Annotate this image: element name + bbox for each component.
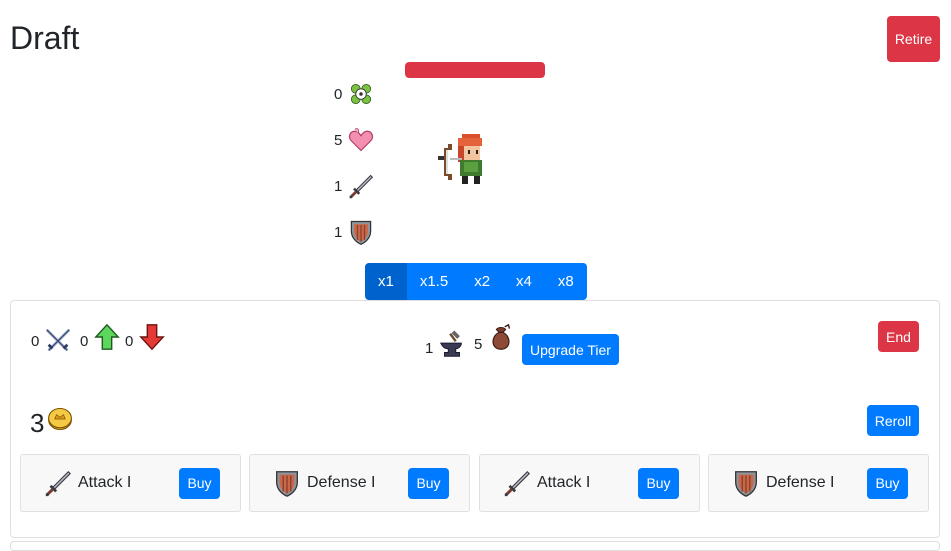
speed-selector: x1 x1.5 x2 x4 x8 <box>365 263 587 300</box>
luck-value: 0 <box>334 85 343 103</box>
retire-button[interactable]: Retire <box>887 16 940 62</box>
sword-icon <box>502 468 532 498</box>
defense-value: 1 <box>334 223 343 241</box>
shield-icon <box>272 468 302 498</box>
shop-panel-next-edge <box>10 541 940 551</box>
hero-stat-luck: 0 <box>334 80 375 108</box>
buy-button[interactable]: Buy <box>179 467 220 499</box>
gold-value: 3 <box>30 408 45 438</box>
bag-stat: 5 <box>474 322 516 353</box>
upgrade-tier-button[interactable]: Upgrade Tier <box>522 334 619 365</box>
hero-archer-sprite <box>438 134 482 184</box>
health-value: 5 <box>334 131 343 149</box>
speed-option-x1-5[interactable]: x1.5 <box>406 263 462 300</box>
hero-stat-attack: 1 <box>334 172 375 200</box>
crossed-swords-stat: 0 <box>31 326 73 356</box>
shop-item-name: Attack I <box>537 474 591 491</box>
bag-icon <box>486 323 516 353</box>
buy-button[interactable]: Buy <box>408 467 449 499</box>
shop-item: Defense I Buy <box>708 454 929 512</box>
hero-stat-health: 5 <box>334 126 375 154</box>
up-value: 0 <box>80 332 89 350</box>
hero-health-bar <box>405 62 545 78</box>
sword-icon <box>347 172 375 200</box>
down-arrow-icon <box>137 322 167 352</box>
shop-item: Attack I Buy <box>479 454 700 512</box>
gold-display: 3 <box>30 408 74 439</box>
bag-value: 5 <box>474 336 483 353</box>
anvil-icon <box>437 330 467 360</box>
hero-stat-defense: 1 <box>334 218 375 246</box>
crossed-swords-value: 0 <box>31 332 40 350</box>
speed-option-x4[interactable]: x4 <box>503 263 545 300</box>
down-value: 0 <box>125 332 134 350</box>
clover-icon <box>347 80 375 108</box>
speed-option-x2[interactable]: x2 <box>461 263 504 300</box>
heart-icon <box>347 126 375 154</box>
buy-button[interactable]: Buy <box>638 467 679 499</box>
buy-button[interactable]: Buy <box>867 467 908 499</box>
reroll-button[interactable]: Reroll <box>867 405 919 436</box>
shop-item: Defense I Buy <box>249 454 470 512</box>
hero-health-fill <box>405 62 545 78</box>
speed-option-x8[interactable]: x8 <box>544 263 587 300</box>
crossed-swords-icon <box>43 326 73 356</box>
shield-icon <box>731 468 761 498</box>
shop-item-name: Attack I <box>78 474 132 491</box>
sword-icon <box>43 468 73 498</box>
down-stat: 0 <box>125 322 167 352</box>
up-stat: 0 <box>80 322 122 352</box>
attack-value: 1 <box>334 177 343 195</box>
shop-item-name: Defense I <box>307 474 376 491</box>
up-arrow-icon <box>92 322 122 352</box>
anvil-value: 1 <box>425 339 434 357</box>
end-button[interactable]: End <box>878 321 919 352</box>
shop-item: Attack I Buy <box>20 454 241 512</box>
anvil-stat: 1 <box>425 330 467 360</box>
shop-item-name: Defense I <box>766 474 835 491</box>
shield-icon <box>347 218 375 246</box>
page-title: Draft <box>10 20 80 56</box>
speed-option-x1[interactable]: x1 <box>365 263 407 300</box>
coin-icon <box>46 405 74 433</box>
